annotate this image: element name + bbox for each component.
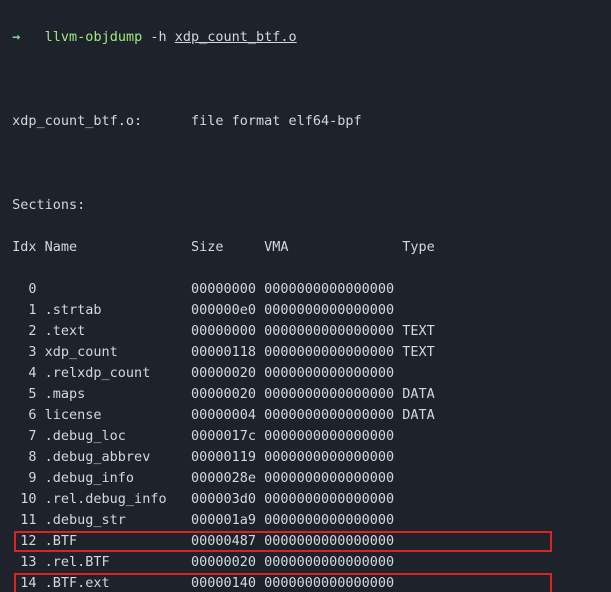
cell-vma: 0000000000000000 <box>264 447 402 468</box>
cell-vma: 0000000000000000 <box>264 552 402 573</box>
cell-idx: 13 <box>12 552 36 573</box>
cell-vma: 0000000000000000 <box>264 426 402 447</box>
cell-vma: 0000000000000000 <box>264 363 402 384</box>
cell-name: .relxdp_count <box>45 363 191 384</box>
blank-line <box>4 153 607 174</box>
cell-size: 00000000 <box>191 279 264 300</box>
cell-size: 00000119 <box>191 447 264 468</box>
cell-vma: 0000000000000000 <box>264 300 402 321</box>
cell-type: TEXT <box>402 321 435 342</box>
cell-name: .BTF <box>45 531 191 552</box>
cell-vma: 0000000000000000 <box>264 279 402 300</box>
object-filename: xdp_count_btf.o: <box>12 113 142 129</box>
sections-heading: Sections: <box>4 195 607 216</box>
table-row: 2 .text000000000000000000000000TEXT <box>4 321 607 342</box>
cell-size: 00000020 <box>191 363 264 384</box>
cell-size: 00000140 <box>191 573 264 592</box>
command-flag: -h <box>150 29 166 45</box>
cell-name: .debug_abbrev <box>45 447 191 468</box>
table-row: 12 .BTF000004870000000000000000 <box>4 531 607 552</box>
table-row: 4 .relxdp_count000000200000000000000000 <box>4 363 607 384</box>
sections-column-header: Idx NameSizeVMAType <box>4 237 607 258</box>
sections-table-body: 0 000000000000000000000000 1 .strtab0000… <box>4 279 607 592</box>
terminal-output: → llvm-objdump -h xdp_count_btf.o xdp_co… <box>0 0 611 592</box>
cell-vma: 0000000000000000 <box>264 321 402 342</box>
cell-name: .rel.BTF <box>45 552 191 573</box>
cell-idx: 4 <box>12 363 36 384</box>
table-row: 6 license000000040000000000000000DATA <box>4 405 607 426</box>
cell-name: xdp_count <box>45 342 191 363</box>
cell-idx: 14 <box>12 573 36 592</box>
cell-vma: 0000000000000000 <box>264 489 402 510</box>
command-name: llvm-objdump <box>45 29 143 45</box>
table-row: 5 .maps000000200000000000000000DATA <box>4 384 607 405</box>
cell-size: 000000e0 <box>191 300 264 321</box>
cell-vma: 0000000000000000 <box>264 531 402 552</box>
cell-vma: 0000000000000000 <box>264 573 402 592</box>
cell-idx: 11 <box>12 510 36 531</box>
col-vma: VMA <box>264 237 402 258</box>
col-type: Type <box>402 237 435 258</box>
cell-idx: 0 <box>12 279 36 300</box>
cell-name: .maps <box>45 384 191 405</box>
prompt-arrow-icon: → <box>12 29 20 45</box>
cell-type: TEXT <box>402 342 435 363</box>
cell-idx: 1 <box>12 300 36 321</box>
table-row: 9 .debug_info0000028e0000000000000000 <box>4 468 607 489</box>
file-summary-line: xdp_count_btf.o: file format elf64-bpf <box>4 111 607 132</box>
cell-name: .BTF.ext <box>45 573 191 592</box>
col-size: Size <box>191 237 264 258</box>
table-row: 7 .debug_loc0000017c0000000000000000 <box>4 426 607 447</box>
cell-size: 00000000 <box>191 321 264 342</box>
cell-vma: 0000000000000000 <box>264 510 402 531</box>
command-argument: xdp_count_btf.o <box>175 29 297 45</box>
cell-name: .rel.debug_info <box>45 489 191 510</box>
cell-type: DATA <box>402 405 435 426</box>
cell-name: .strtab <box>45 300 191 321</box>
cell-idx: 7 <box>12 426 36 447</box>
cell-idx: 5 <box>12 384 36 405</box>
cell-size: 0000028e <box>191 468 264 489</box>
cell-name: license <box>45 405 191 426</box>
cell-idx: 8 <box>12 447 36 468</box>
cell-size: 00000020 <box>191 384 264 405</box>
cell-idx: 3 <box>12 342 36 363</box>
cell-size: 000003d0 <box>191 489 264 510</box>
table-row: 10 .rel.debug_info000003d000000000000000… <box>4 489 607 510</box>
cell-idx: 6 <box>12 405 36 426</box>
file-format-label: file format elf64-bpf <box>191 113 362 129</box>
table-row: 1 .strtab000000e00000000000000000 <box>4 300 607 321</box>
cell-type: DATA <box>402 384 435 405</box>
blank-line <box>4 69 607 90</box>
cell-name: .text <box>45 321 191 342</box>
cell-size: 000001a9 <box>191 510 264 531</box>
table-row: 14 .BTF.ext000001400000000000000000 <box>4 573 607 592</box>
table-row: 8 .debug_abbrev000001190000000000000000 <box>4 447 607 468</box>
cell-vma: 0000000000000000 <box>264 342 402 363</box>
table-row: 11 .debug_str000001a90000000000000000 <box>4 510 607 531</box>
cell-vma: 0000000000000000 <box>264 405 402 426</box>
cell-name: .debug_info <box>45 468 191 489</box>
table-row: 0 000000000000000000000000 <box>4 279 607 300</box>
cell-vma: 0000000000000000 <box>264 384 402 405</box>
cell-size: 00000004 <box>191 405 264 426</box>
cell-name: .debug_loc <box>45 426 191 447</box>
cell-size: 0000017c <box>191 426 264 447</box>
cell-size: 00000118 <box>191 342 264 363</box>
col-idx: Idx <box>12 237 36 258</box>
cell-size: 00000020 <box>191 552 264 573</box>
col-name: Name <box>45 237 191 258</box>
table-row: 13 .rel.BTF000000200000000000000000 <box>4 552 607 573</box>
table-row: 3 xdp_count000001180000000000000000TEXT <box>4 342 607 363</box>
cell-idx: 12 <box>12 531 36 552</box>
cell-idx: 9 <box>12 468 36 489</box>
cell-name: .debug_str <box>45 510 191 531</box>
cell-vma: 0000000000000000 <box>264 468 402 489</box>
cell-idx: 2 <box>12 321 36 342</box>
cell-idx: 10 <box>12 489 36 510</box>
command-line[interactable]: → llvm-objdump -h xdp_count_btf.o <box>4 27 607 48</box>
cell-size: 00000487 <box>191 531 264 552</box>
